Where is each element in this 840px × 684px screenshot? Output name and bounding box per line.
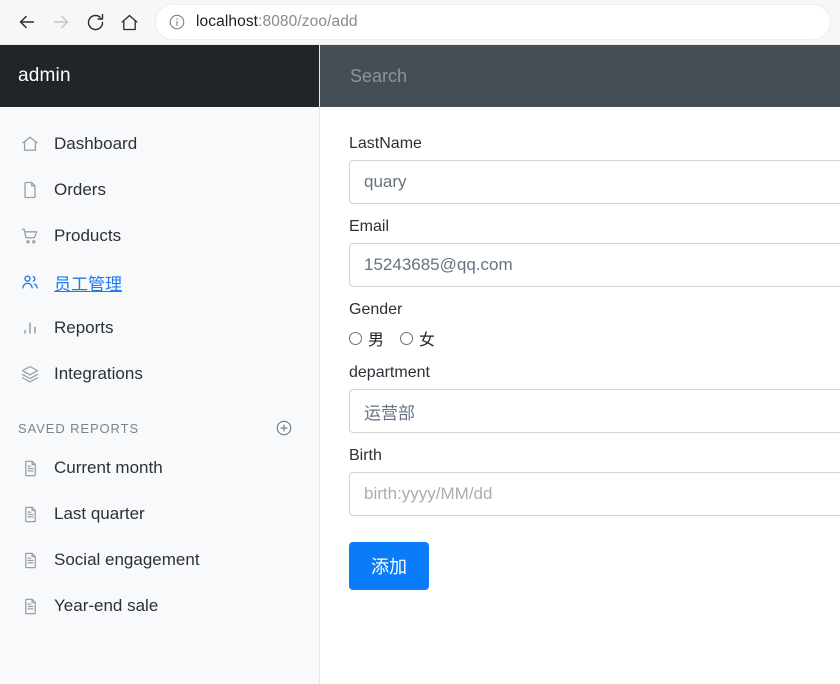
department-input[interactable] bbox=[349, 389, 840, 433]
saved-reports-title: SAVED REPORTS bbox=[18, 421, 139, 436]
list-item[interactable]: Current month bbox=[0, 445, 319, 491]
main-content: Search LastName Email Gender 男 bbox=[320, 45, 840, 684]
field-gender: Gender 男 女 bbox=[349, 301, 840, 350]
birth-input[interactable] bbox=[349, 472, 840, 516]
url-path: :8080/zoo/add bbox=[258, 13, 358, 30]
field-birth: Birth bbox=[349, 447, 840, 516]
bar-chart-icon bbox=[18, 316, 42, 340]
radio-label: 男 bbox=[368, 326, 384, 350]
home-button[interactable] bbox=[112, 5, 146, 39]
field-email: Email bbox=[349, 218, 840, 287]
field-lastname: LastName bbox=[349, 135, 840, 204]
sidebar-item-label: Reports bbox=[54, 318, 114, 338]
reload-icon bbox=[85, 12, 106, 33]
email-input[interactable] bbox=[349, 243, 840, 287]
search-input[interactable]: Search bbox=[350, 66, 407, 87]
lastname-input[interactable] bbox=[349, 160, 840, 204]
users-icon bbox=[18, 270, 42, 294]
radio-icon bbox=[400, 332, 413, 345]
saved-reports-header: SAVED REPORTS bbox=[0, 397, 319, 445]
field-label: Gender bbox=[349, 301, 840, 319]
browser-toolbar: localhost:8080/zoo/add bbox=[0, 0, 840, 45]
page-viewport: admin Dashboard Orders bbox=[0, 45, 840, 684]
gender-radio-male[interactable]: 男 bbox=[349, 326, 384, 350]
top-search-bar[interactable]: Search bbox=[320, 45, 840, 107]
list-item-label: Social engagement bbox=[54, 550, 200, 570]
sidebar-item-label: Dashboard bbox=[54, 134, 137, 154]
sidebar-item-employee-management[interactable]: 员工管理 bbox=[0, 259, 319, 305]
address-bar-url: localhost:8080/zoo/add bbox=[196, 13, 358, 31]
sidebar-item-label: Products bbox=[54, 226, 121, 246]
plus-circle-icon[interactable] bbox=[275, 419, 293, 437]
sidebar-item-reports[interactable]: Reports bbox=[0, 305, 319, 351]
reload-button[interactable] bbox=[78, 5, 112, 39]
radio-label: 女 bbox=[419, 326, 435, 350]
back-arrow-icon bbox=[16, 11, 38, 33]
gender-radio-female[interactable]: 女 bbox=[400, 326, 435, 350]
address-bar[interactable]: localhost:8080/zoo/add bbox=[156, 5, 830, 39]
home-icon bbox=[18, 132, 42, 156]
back-button[interactable] bbox=[10, 5, 44, 39]
brand-title: admin bbox=[18, 65, 71, 87]
gender-radio-group: 男 女 bbox=[349, 326, 840, 350]
document-icon bbox=[18, 502, 42, 526]
field-label: department bbox=[349, 364, 840, 382]
field-department: department bbox=[349, 364, 840, 433]
radio-icon bbox=[349, 332, 362, 345]
info-circle-icon[interactable] bbox=[168, 13, 186, 31]
list-item-label: Last quarter bbox=[54, 504, 145, 524]
forward-arrow-icon bbox=[50, 11, 72, 33]
url-host: localhost bbox=[196, 13, 258, 30]
sidebar-item-integrations[interactable]: Integrations bbox=[0, 351, 319, 397]
list-item-label: Year-end sale bbox=[54, 596, 158, 616]
sidebar-item-label: Orders bbox=[54, 180, 106, 200]
layers-icon bbox=[18, 362, 42, 386]
sidebar: admin Dashboard Orders bbox=[0, 45, 320, 684]
field-label: LastName bbox=[349, 135, 840, 153]
cart-icon bbox=[18, 224, 42, 248]
sidebar-item-label: Integrations bbox=[54, 364, 143, 384]
sidebar-brand[interactable]: admin bbox=[0, 45, 319, 107]
file-icon bbox=[18, 178, 42, 202]
document-icon bbox=[18, 594, 42, 618]
list-item[interactable]: Last quarter bbox=[0, 491, 319, 537]
sidebar-item-orders[interactable]: Orders bbox=[0, 167, 319, 213]
list-item[interactable]: Year-end sale bbox=[0, 583, 319, 629]
saved-reports-list: Current month Last quarter bbox=[0, 445, 319, 629]
sidebar-item-dashboard[interactable]: Dashboard bbox=[0, 121, 319, 167]
sidebar-item-products[interactable]: Products bbox=[0, 213, 319, 259]
field-label: Email bbox=[349, 218, 840, 236]
sidebar-item-label: 员工管理 bbox=[54, 270, 122, 295]
sidebar-nav: Dashboard Orders Produ bbox=[0, 107, 319, 397]
document-icon bbox=[18, 548, 42, 572]
list-item[interactable]: Social engagement bbox=[0, 537, 319, 583]
document-icon bbox=[18, 456, 42, 480]
field-label: Birth bbox=[349, 447, 840, 465]
home-icon bbox=[119, 12, 140, 33]
list-item-label: Current month bbox=[54, 458, 163, 478]
employee-add-form: LastName Email Gender 男 女 bbox=[320, 107, 840, 590]
forward-button bbox=[44, 5, 78, 39]
submit-button[interactable]: 添加 bbox=[349, 542, 429, 590]
